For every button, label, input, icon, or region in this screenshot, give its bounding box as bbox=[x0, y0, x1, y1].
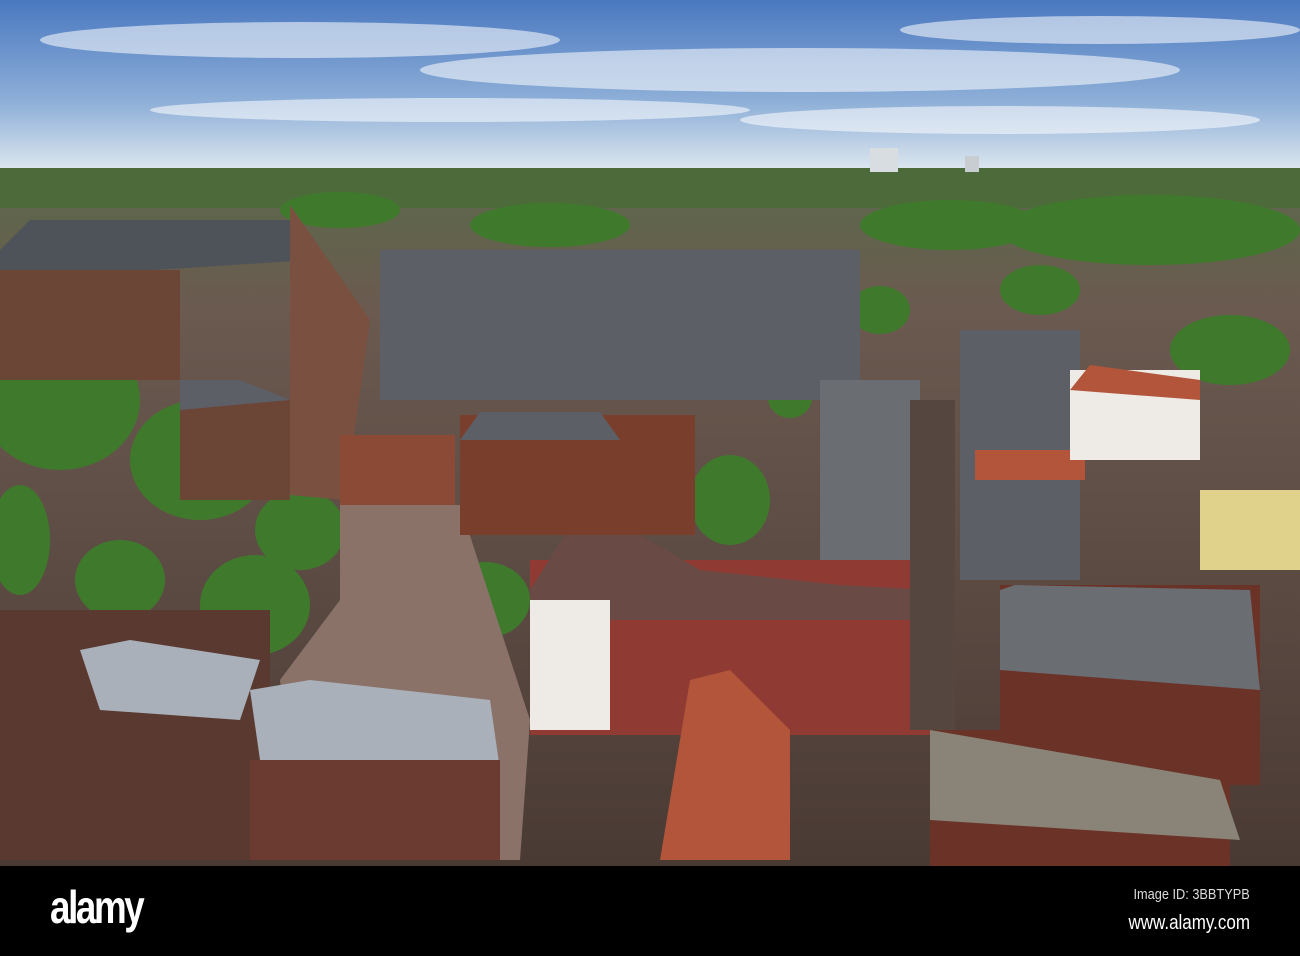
aerial-city-photo bbox=[0, 0, 1300, 866]
website-link[interactable]: www.alamy.com bbox=[1128, 912, 1250, 935]
alamy-logo[interactable]: alamy bbox=[50, 880, 145, 934]
image-id: Image ID: 3BBTYPB bbox=[1133, 886, 1250, 903]
distant-tower bbox=[870, 148, 898, 172]
watermark-footer: alamy Image ID: 3BBTYPB www.alamy.com bbox=[0, 866, 1300, 956]
